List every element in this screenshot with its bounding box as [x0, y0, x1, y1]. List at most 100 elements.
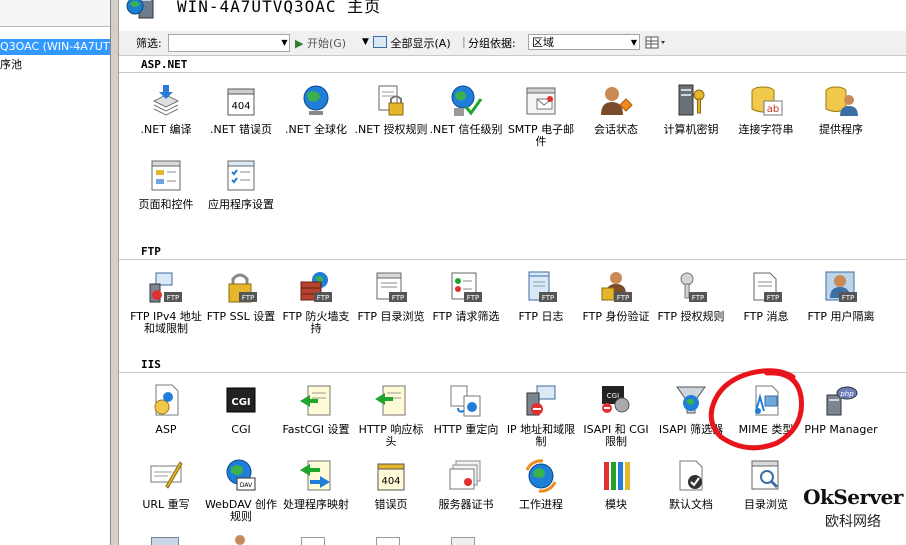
error-page-404-icon: 404 [227, 88, 255, 116]
machine-key-icon [678, 84, 705, 116]
group-by-label: 分组依据: [468, 37, 516, 50]
feature-asp[interactable]: ASP [129, 383, 203, 453]
connections-tree: Q3OAC (WIN-4A7UTVQ 序池 [0, 0, 111, 545]
feature-label: 提供程序 [819, 123, 863, 136]
show-all-label: 全部显示(A) [390, 37, 451, 50]
fastcgi-icon [300, 385, 331, 416]
feature-ftp-authentication[interactable]: FTP FTP 身份验证 [579, 270, 653, 340]
group-by-value: 区域 [532, 36, 554, 49]
feature-dotnet-compile[interactable]: .NET 编译 [129, 83, 203, 153]
feature-label: FTP 目录浏览 [357, 310, 425, 323]
feature-label: HTTP 重定向 [433, 423, 499, 436]
feature-handler-mappings[interactable]: 处理程序映射 [279, 458, 353, 528]
default-doc-icon [679, 460, 703, 491]
feature-label: 错误页 [374, 498, 408, 511]
feature-ftp-user-isolation[interactable]: FTP FTP 用户隔离 [804, 270, 878, 340]
feature-http-redirect[interactable]: HTTP 重定向 [429, 383, 503, 453]
feature-label: FastCGI 设置 [282, 423, 350, 436]
feature-machine-key[interactable]: 计算机密钥 [654, 83, 728, 153]
feature-ftp-authorization[interactable]: FTP FTP 授权规则 [654, 270, 728, 340]
feature-label: FTP 请求筛选 [432, 310, 500, 323]
tree-item-app-pools[interactable]: 序池 [0, 57, 26, 73]
cgi-icon: CGI [226, 387, 256, 413]
chevron-down-icon: ▼ [630, 38, 637, 47]
start-dropdown-icon[interactable]: ▼ [362, 37, 369, 47]
feature-ftp-directory-browsing[interactable]: FTP FTP 目录浏览 [354, 270, 428, 340]
feature-label: 服务器证书 [438, 498, 494, 511]
feature-modules[interactable]: 模块 [579, 458, 653, 528]
ftp-user-isolation-icon: FTP [825, 271, 857, 302]
feature-label: 连接字符串 [738, 123, 794, 136]
feature-url-rewrite[interactable]: URL 重写 [129, 458, 203, 528]
feature-server-certificates[interactable]: 服务器证书 [429, 458, 503, 528]
feature-label: .NET 错误页 [210, 123, 272, 136]
feature-label: 目录浏览 [744, 498, 788, 511]
feature-dotnet-trust-levels[interactable]: .NET 信任级别 [429, 83, 503, 153]
feature-ftp-messages[interactable]: FTP FTP 消息 [729, 270, 803, 340]
smtp-mail-icon [526, 87, 556, 115]
feature-ftp-request-filtering[interactable]: FTP FTP 请求筛选 [429, 270, 503, 340]
feature-worker-processes[interactable]: 工作进程 [504, 458, 578, 528]
feature-app-settings[interactable]: 应用程序设置 [204, 158, 278, 228]
filter-label: 筛选: [136, 37, 162, 50]
ftp-auth-icon: FTP [601, 272, 632, 302]
group-by-select[interactable]: 区域 ▼ [528, 34, 640, 50]
php-icon: php [826, 386, 858, 416]
feature-directory-browsing[interactable]: 目录浏览 [729, 458, 803, 528]
feature-label: 工作进程 [519, 498, 563, 511]
feature-php-manager[interactable]: php PHP Manager [804, 383, 878, 453]
section-header-ftp: FTP [119, 245, 906, 260]
feature-session-state[interactable]: 会话状态 [579, 83, 653, 153]
svg-text:FTP: FTP [317, 294, 329, 302]
toolbar-separator: | [462, 35, 466, 48]
tree-item-server[interactable]: Q3OAC (WIN-4A7UTVQ [0, 39, 110, 55]
feature-label: .NET 编译 [140, 123, 192, 136]
feature-label: FTP SSL 设置 [206, 310, 276, 323]
feature-cgi[interactable]: CGI CGI [204, 383, 278, 453]
feature-http-response-headers[interactable]: HTTP 响应标头 [354, 383, 428, 453]
feature-ftp-firewall[interactable]: FTP FTP 防火墙支持 [279, 270, 353, 340]
feature-ftp-ipv4[interactable]: FTP FTP IPv4 地址和域限制 [129, 270, 203, 340]
pages-controls-icon [151, 160, 181, 191]
feature-fastcgi[interactable]: FastCGI 设置 [279, 383, 353, 453]
feature-isapi-cgi-restrictions[interactable]: CGI ISAPI 和 CGI 限制 [579, 383, 653, 453]
certificates-icon [449, 460, 481, 490]
session-user-icon [601, 87, 633, 115]
tree-toolbar [0, 0, 110, 27]
svg-text:DAV: DAV [240, 482, 253, 489]
view-mode-icon[interactable] [645, 35, 667, 51]
svg-text:ab: ab [767, 104, 779, 115]
feature-label: ASP [155, 423, 177, 436]
feature-dotnet-globalization[interactable]: .NET 全球化 [279, 83, 353, 153]
filter-input[interactable] [168, 34, 290, 52]
feature-label: SMTP 电子邮件 [507, 123, 575, 148]
watermark-en: OkServer [803, 485, 903, 509]
http-redirect-icon [450, 385, 481, 417]
feature-dotnet-authorization[interactable]: .NET 授权规则 [354, 83, 428, 153]
feature-error-pages[interactable]: 404 错误页 [354, 458, 428, 528]
feature-dotnet-error-pages[interactable]: 404 .NET 错误页 [204, 83, 278, 153]
show-all-button[interactable]: 全部显示(A) [373, 35, 451, 51]
panel-splitter[interactable] [111, 0, 119, 545]
feature-webdav-authoring[interactable]: DAV WebDAV 创作规则 [204, 458, 278, 528]
filter-dropdown-arrow-icon[interactable]: ▼ [280, 35, 289, 51]
feature-label: CGI [231, 423, 251, 436]
feature-label: 处理程序映射 [283, 498, 349, 511]
feature-label: 会话状态 [594, 123, 638, 136]
feature-ftp-logging[interactable]: FTP FTP 日志 [504, 270, 578, 340]
start-arrow-icon: ▶ [295, 37, 304, 50]
server-icon [126, 0, 154, 19]
svg-text:FTP: FTP [692, 294, 704, 302]
feature-smtp-email[interactable]: SMTP 电子邮件 [504, 83, 578, 153]
feature-ip-domain-restrictions[interactable]: IP 地址和域限制 [504, 383, 578, 453]
feature-providers[interactable]: 提供程序 [804, 83, 878, 153]
feature-pages-controls[interactable]: 页面和控件 [129, 158, 203, 228]
show-all-icon [373, 36, 387, 48]
feature-default-document[interactable]: 默认文档 [654, 458, 728, 528]
feature-connection-strings[interactable]: ab 连接字符串 [729, 83, 803, 153]
start-button[interactable]: ▶ 开始(G) [295, 35, 346, 51]
feature-ftp-ssl[interactable]: FTP FTP SSL 设置 [204, 270, 278, 340]
http-headers-icon [375, 385, 406, 416]
feature-label: FTP 身份验证 [582, 310, 650, 323]
page-header: WIN-4A7UTVQ3OAC 主页 [119, 0, 906, 30]
